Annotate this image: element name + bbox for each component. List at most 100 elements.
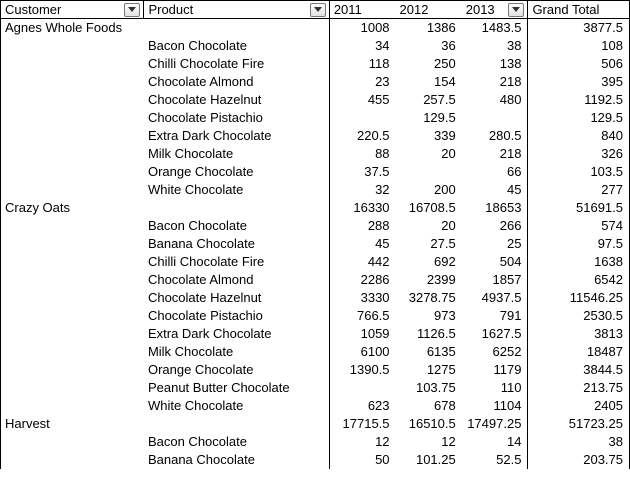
product-cell bbox=[144, 199, 329, 217]
product-cell[interactable]: Chocolate Almond bbox=[144, 271, 329, 289]
value-cell: 32 bbox=[329, 181, 395, 199]
header-2012-label: 2012 bbox=[400, 2, 429, 17]
value-cell: 3330 bbox=[329, 289, 395, 307]
grand-total-cell: 574 bbox=[528, 217, 630, 235]
table-row: Extra Dark Chocolate220.5339280.5840 bbox=[1, 127, 630, 145]
product-cell[interactable]: Orange Chocolate bbox=[144, 163, 329, 181]
table-row: Chocolate Hazelnut455257.54801192.5 bbox=[1, 91, 630, 109]
header-2011[interactable]: 2011 bbox=[329, 1, 395, 19]
product-cell[interactable]: Chilli Chocolate Fire bbox=[144, 55, 329, 73]
customer-cell[interactable]: Crazy Oats bbox=[1, 199, 144, 217]
value-cell: 692 bbox=[396, 253, 462, 271]
product-cell[interactable]: Chocolate Hazelnut bbox=[144, 91, 329, 109]
value-cell: 218 bbox=[462, 145, 528, 163]
value-cell: 17715.5 bbox=[329, 415, 395, 433]
header-product-label: Product bbox=[148, 2, 193, 17]
product-cell[interactable]: White Chocolate bbox=[144, 181, 329, 199]
customer-cell bbox=[1, 361, 144, 379]
customer-cell bbox=[1, 397, 144, 415]
value-cell: 455 bbox=[329, 91, 395, 109]
value-cell: 1857 bbox=[462, 271, 528, 289]
value-cell: 678 bbox=[396, 397, 462, 415]
product-cell[interactable]: Bacon Chocolate bbox=[144, 37, 329, 55]
product-cell[interactable]: Orange Chocolate bbox=[144, 361, 329, 379]
value-cell: 27.5 bbox=[396, 235, 462, 253]
value-cell: 6100 bbox=[329, 343, 395, 361]
dropdown-icon[interactable] bbox=[508, 3, 524, 17]
grand-total-cell: 51723.25 bbox=[528, 415, 630, 433]
header-customer[interactable]: Customer bbox=[1, 1, 144, 19]
value-cell: 6252 bbox=[462, 343, 528, 361]
product-cell[interactable]: Chocolate Pistachio bbox=[144, 109, 329, 127]
group-subtotal-row: Crazy Oats1633016708.51865351691.5 bbox=[1, 199, 630, 217]
header-2013[interactable]: 2013 bbox=[462, 1, 528, 19]
table-row: Orange Chocolate1390.5127511793844.5 bbox=[1, 361, 630, 379]
value-cell: 37.5 bbox=[329, 163, 395, 181]
customer-cell bbox=[1, 145, 144, 163]
product-cell bbox=[144, 415, 329, 433]
dropdown-icon[interactable] bbox=[124, 3, 140, 17]
product-cell[interactable]: Extra Dark Chocolate bbox=[144, 127, 329, 145]
table-row: Bacon Chocolate343638108 bbox=[1, 37, 630, 55]
value-cell: 36 bbox=[396, 37, 462, 55]
table-row: Milk Chocolate8820218326 bbox=[1, 145, 630, 163]
product-cell[interactable]: Banana Chocolate bbox=[144, 235, 329, 253]
header-2012[interactable]: 2012 bbox=[396, 1, 462, 19]
customer-cell bbox=[1, 451, 144, 469]
value-cell: 6135 bbox=[396, 343, 462, 361]
grand-total-cell: 51691.5 bbox=[528, 199, 630, 217]
table-row: Banana Chocolate4527.52597.5 bbox=[1, 235, 630, 253]
group-subtotal-row: Agnes Whole Foods100813861483.53877.5 bbox=[1, 19, 630, 37]
dropdown-icon[interactable] bbox=[310, 3, 326, 17]
product-cell[interactable]: Banana Chocolate bbox=[144, 451, 329, 469]
product-cell[interactable]: Chocolate Hazelnut bbox=[144, 289, 329, 307]
value-cell: 1275 bbox=[396, 361, 462, 379]
product-cell[interactable]: Chocolate Pistachio bbox=[144, 307, 329, 325]
table-row: Orange Chocolate37.566103.5 bbox=[1, 163, 630, 181]
grand-total-cell: 395 bbox=[528, 73, 630, 91]
value-cell: 1390.5 bbox=[329, 361, 395, 379]
value-cell: 129.5 bbox=[396, 109, 462, 127]
customer-cell[interactable]: Agnes Whole Foods bbox=[1, 19, 144, 37]
grand-total-cell: 1638 bbox=[528, 253, 630, 271]
grand-total-cell: 277 bbox=[528, 181, 630, 199]
value-cell: 266 bbox=[462, 217, 528, 235]
value-cell: 101.25 bbox=[396, 451, 462, 469]
product-cell[interactable]: Chilli Chocolate Fire bbox=[144, 253, 329, 271]
value-cell: 50 bbox=[329, 451, 395, 469]
header-product[interactable]: Product bbox=[144, 1, 329, 19]
product-cell[interactable]: Bacon Chocolate bbox=[144, 433, 329, 451]
product-cell[interactable]: Peanut Butter Chocolate bbox=[144, 379, 329, 397]
header-grand-total[interactable]: Grand Total bbox=[528, 1, 630, 19]
customer-cell bbox=[1, 433, 144, 451]
product-cell[interactable]: Milk Chocolate bbox=[144, 145, 329, 163]
product-cell[interactable]: Milk Chocolate bbox=[144, 343, 329, 361]
value-cell: 1008 bbox=[329, 19, 395, 37]
grand-total-cell: 840 bbox=[528, 127, 630, 145]
value-cell: 45 bbox=[329, 235, 395, 253]
product-cell[interactable]: Bacon Chocolate bbox=[144, 217, 329, 235]
customer-cell bbox=[1, 181, 144, 199]
value-cell: 38 bbox=[462, 37, 528, 55]
customer-cell[interactable]: Harvest bbox=[1, 415, 144, 433]
value-cell: 1179 bbox=[462, 361, 528, 379]
value-cell: 154 bbox=[396, 73, 462, 91]
product-cell[interactable]: Extra Dark Chocolate bbox=[144, 325, 329, 343]
grand-total-cell: 129.5 bbox=[528, 109, 630, 127]
customer-cell bbox=[1, 289, 144, 307]
table-row: Extra Dark Chocolate10591126.51627.53813 bbox=[1, 325, 630, 343]
customer-cell bbox=[1, 325, 144, 343]
value-cell: 4937.5 bbox=[462, 289, 528, 307]
header-2013-label: 2013 bbox=[466, 2, 495, 17]
value-cell: 257.5 bbox=[396, 91, 462, 109]
product-cell[interactable]: Chocolate Almond bbox=[144, 73, 329, 91]
value-cell: 18653 bbox=[462, 199, 528, 217]
product-cell[interactable]: White Chocolate bbox=[144, 397, 329, 415]
value-cell: 3278.75 bbox=[396, 289, 462, 307]
value-cell: 280.5 bbox=[462, 127, 528, 145]
header-row: Customer Product 2011 2012 2013 bbox=[1, 1, 630, 19]
value-cell: 200 bbox=[396, 181, 462, 199]
customer-cell bbox=[1, 37, 144, 55]
value-cell: 480 bbox=[462, 91, 528, 109]
grand-total-cell: 326 bbox=[528, 145, 630, 163]
